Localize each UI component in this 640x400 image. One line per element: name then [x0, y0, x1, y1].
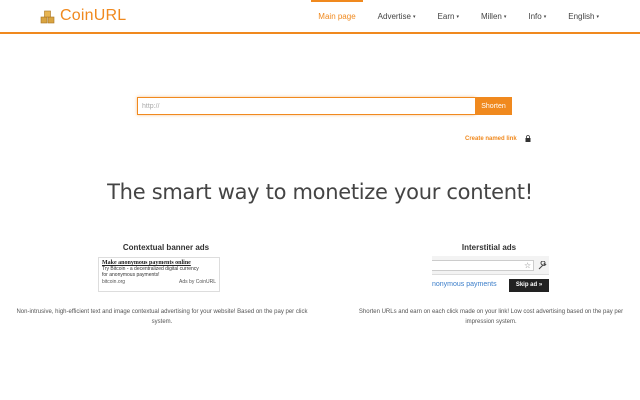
main-nav: Main page Advertise ▾ Earn ▾ Millen ▾ Info ▾…	[307, 0, 610, 32]
interstitial-ads-description: Shorten URLs and earn on each click made…	[358, 309, 624, 325]
interstitial-preview: ☆ nonymous payments Skip ad »	[432, 256, 549, 296]
chevron-down-icon: ▾	[456, 14, 459, 20]
chevron-down-icon: ▾	[503, 14, 507, 20]
nav-info[interactable]: Info ▾	[517, 0, 557, 32]
chevron-down-icon: ▾	[543, 14, 547, 20]
nav-label: Main page	[318, 12, 356, 21]
shorten-button[interactable]: Shorten	[475, 97, 512, 115]
named-link-label: Create named link	[465, 135, 517, 142]
nav-millen[interactable]: Millen ▾	[470, 0, 517, 32]
banner-ad-preview[interactable]: Make anonymous payments online Try Bitco…	[98, 257, 220, 292]
nav-label: English	[568, 12, 595, 21]
interstitial-ads-title: Interstitial ads	[461, 243, 517, 252]
ad-footer: bitcoin.org Ads by CoinURL	[102, 279, 216, 285]
top-header: CoinURL Main page Advertise ▾ Earn ▾ Mille…	[0, 0, 640, 34]
banner-ads-description: Non-intrusive, high-efficient text and i…	[16, 309, 308, 325]
logo-text: CoinURL	[60, 7, 127, 24]
star-icon: ☆	[524, 261, 532, 270]
chevron-down-icon: ▾	[596, 14, 599, 20]
nav-main-page[interactable]: Main page	[307, 0, 366, 32]
interstitial-preview-text: nonymous payments	[432, 281, 497, 288]
create-named-link[interactable]: Create named link	[465, 135, 531, 142]
nav-label: Advertise	[377, 12, 412, 21]
nav-label: Earn	[437, 12, 455, 21]
banner-ads-title: Contextual banner ads	[122, 243, 210, 252]
site-logo[interactable]: CoinURL	[40, 7, 126, 25]
nav-label: Info	[528, 12, 542, 21]
url-input[interactable]	[137, 97, 475, 115]
ad-text-line: for anonymous payments!	[102, 272, 160, 278]
wrench-icon	[538, 261, 547, 270]
lock-icon	[525, 135, 531, 142]
nav-advertise[interactable]: Advertise ▾	[367, 0, 427, 32]
skip-ad-button[interactable]: Skip ad »	[509, 279, 549, 292]
ad-domain: bitcoin.org	[102, 279, 126, 285]
hero-headline: The smart way to monetize your content!	[107, 180, 533, 204]
address-field	[432, 260, 534, 271]
nav-label: Millen	[480, 12, 502, 21]
nav-earn[interactable]: Earn ▾	[427, 0, 470, 32]
chevron-down-icon: ▾	[413, 14, 416, 20]
shorten-form: Shorten	[137, 97, 512, 115]
coin-stack-icon	[40, 10, 55, 24]
ads-by-label: Ads by CoinURL	[179, 279, 216, 285]
browser-bar: ☆	[432, 256, 549, 275]
nav-language[interactable]: English ▾	[557, 0, 610, 32]
